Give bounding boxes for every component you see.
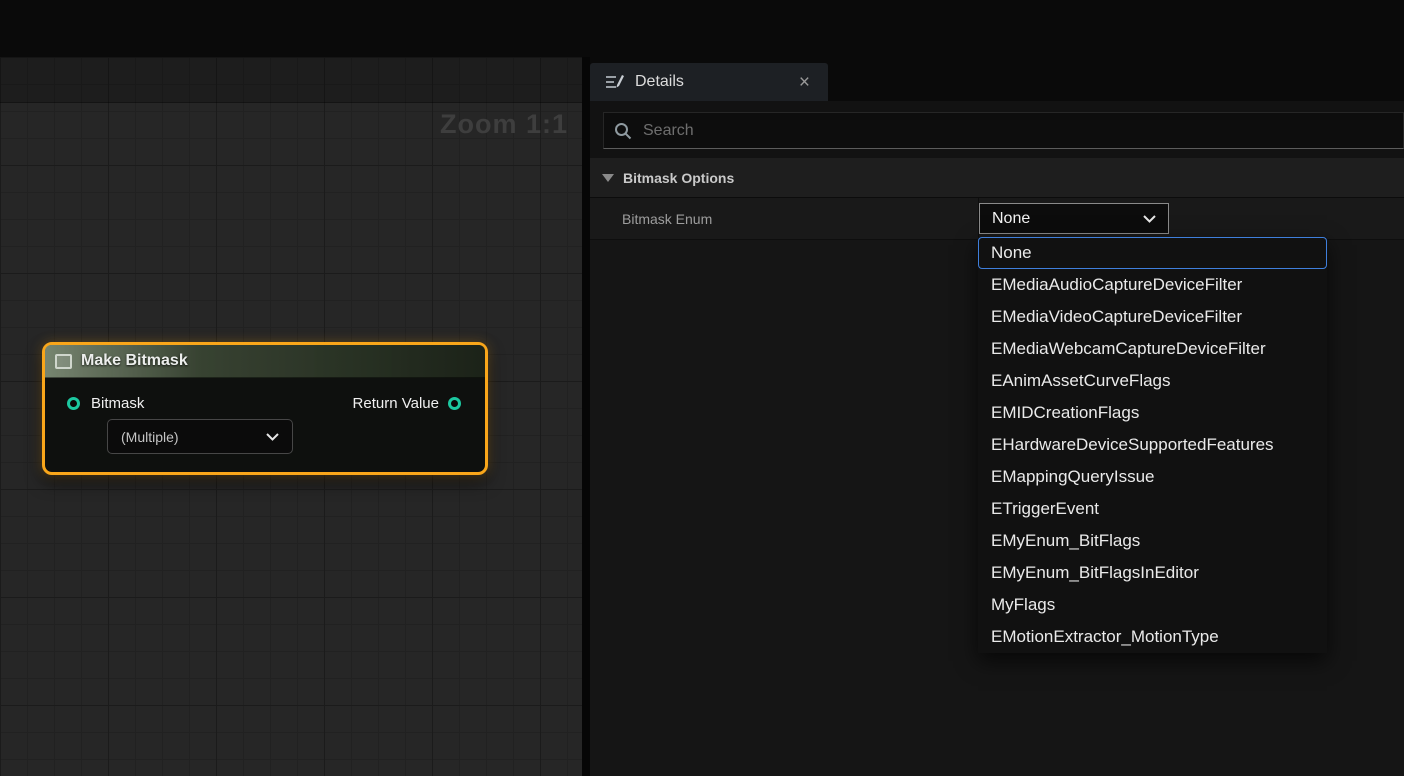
dropdown-item[interactable]: EMediaAudioCaptureDeviceFilter: [978, 269, 1327, 301]
bitmask-enum-combobox[interactable]: None: [979, 203, 1169, 234]
tab-details[interactable]: Details ×: [590, 63, 828, 101]
node-header[interactable]: Make Bitmask: [45, 345, 485, 378]
dropdown-item[interactable]: EMyEnum_BitFlags: [978, 525, 1327, 557]
combobox-value: None: [992, 210, 1030, 228]
dropdown-item[interactable]: EAnimAssetCurveFlags: [978, 365, 1327, 397]
chevron-down-icon: [266, 433, 279, 441]
search-area: [590, 101, 1404, 158]
bitmask-input-pin-row: Bitmask: [67, 395, 144, 412]
dropdown-item[interactable]: EMotionExtractor_MotionType: [978, 621, 1327, 653]
chevron-down-icon: [1143, 215, 1156, 223]
zoom-level-label: Zoom 1:1: [440, 109, 568, 140]
close-icon[interactable]: ×: [795, 71, 814, 94]
details-tab-bar: Details ×: [590, 57, 1404, 101]
bitmask-value-dropdown[interactable]: (Multiple): [107, 419, 293, 454]
return-value-pin-row: Return Value: [353, 395, 461, 412]
dropdown-item[interactable]: EMyEnum_BitFlagsInEditor: [978, 557, 1327, 589]
graph-top-strip: [0, 57, 582, 103]
dropdown-item[interactable]: EMediaVideoCaptureDeviceFilter: [978, 301, 1327, 333]
return-value-pin-icon[interactable]: [448, 397, 461, 410]
section-title: Bitmask Options: [623, 170, 734, 186]
dropdown-item[interactable]: ETriggerEvent: [978, 493, 1327, 525]
blueprint-graph-canvas[interactable]: Zoom 1:1 Make Bitmask Bitmask Return Val…: [0, 57, 582, 776]
enum-dropdown-list: NoneEMediaAudioCaptureDeviceFilterEMedia…: [978, 237, 1327, 653]
search-input[interactable]: [643, 122, 1393, 140]
search-icon: [614, 122, 632, 140]
bitmask-value-label: (Multiple): [121, 429, 179, 445]
make-bitmask-node[interactable]: Make Bitmask Bitmask Return Value (Multi…: [42, 342, 488, 475]
panel-divider[interactable]: [582, 57, 590, 776]
editor-window: Zoom 1:1 Make Bitmask Bitmask Return Val…: [0, 0, 1404, 776]
section-expand-arrow-icon: [602, 174, 614, 182]
dropdown-item[interactable]: EMappingQueryIssue: [978, 461, 1327, 493]
section-bitmask-options[interactable]: Bitmask Options: [590, 158, 1404, 198]
return-value-pin-label: Return Value: [353, 395, 439, 412]
dropdown-item[interactable]: MyFlags: [978, 589, 1327, 621]
bitmask-input-pin-label: Bitmask: [91, 395, 144, 412]
dropdown-item[interactable]: None: [978, 237, 1327, 269]
details-panel: Details × Bitmask Options Bitmask Enum N…: [590, 57, 1404, 776]
node-title: Make Bitmask: [81, 352, 188, 370]
search-box[interactable]: [603, 112, 1404, 149]
make-struct-icon: [55, 354, 72, 369]
property-label: Bitmask Enum: [622, 198, 712, 240]
details-tab-title: Details: [635, 73, 784, 91]
property-row-bitmask-enum: Bitmask Enum None: [590, 198, 1404, 240]
top-toolbar: [0, 0, 1404, 57]
dropdown-item[interactable]: EMediaWebcamCaptureDeviceFilter: [978, 333, 1327, 365]
dropdown-item[interactable]: EHardwareDeviceSupportedFeatures: [978, 429, 1327, 461]
details-tab-icon: [604, 72, 624, 92]
bitmask-input-pin-icon[interactable]: [67, 397, 80, 410]
dropdown-item[interactable]: EMIDCreationFlags: [978, 397, 1327, 429]
